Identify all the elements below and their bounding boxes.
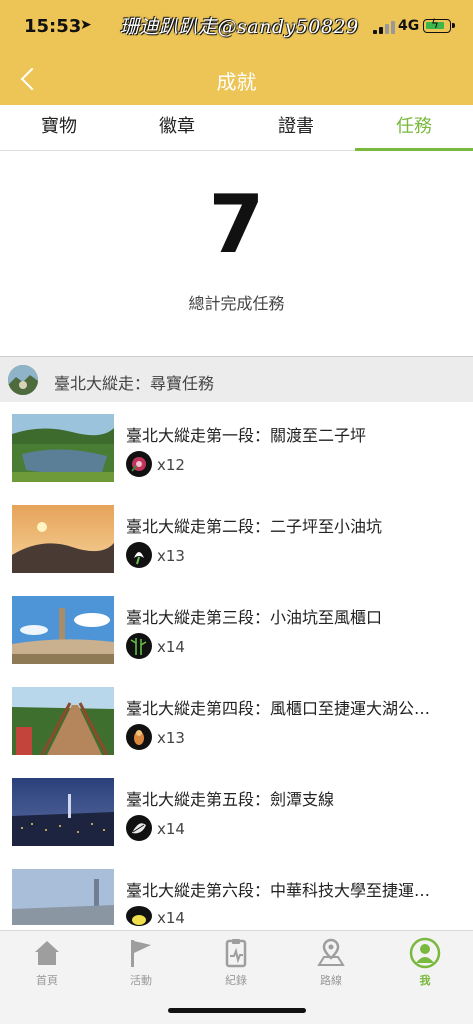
signal-icon: [373, 20, 395, 34]
mission-item[interactable]: 臺北大縱走第五段：劍潭支線 x14: [0, 766, 473, 857]
nav-me[interactable]: 我: [378, 937, 472, 991]
status-time: 15:53: [24, 16, 82, 37]
person-icon: [409, 937, 441, 969]
app-header: 15:53 ➤ 珊迪趴趴走@sandy50829 4G ϟ 成就: [0, 0, 473, 105]
mission-title: 臺北大縱走第六段：中華科技大學至捷運…: [126, 881, 431, 900]
mission-thumbnail: [12, 596, 114, 664]
mission-title: 臺北大縱走第三段：小油坑至風櫃口: [126, 608, 383, 627]
record-icon: [220, 937, 252, 969]
section-title: 臺北大縱走：尋寶任務: [54, 374, 215, 393]
nav-label: 我: [419, 974, 431, 987]
mission-title: 臺北大縱走第二段：二子坪至小油坑: [126, 517, 383, 536]
tab-treasure[interactable]: 寶物: [0, 105, 118, 151]
mission-count: x14: [157, 909, 185, 927]
section-avatar: [8, 365, 38, 395]
tab-badges[interactable]: 徽章: [118, 105, 236, 151]
mission-count: x14: [157, 820, 185, 838]
mission-thumbnail: [12, 414, 114, 482]
leaf-icon: [126, 815, 152, 841]
flower-icon: [126, 451, 152, 477]
page-title: 成就: [216, 70, 257, 94]
mission-count: x14: [157, 638, 185, 656]
section-header: 臺北大縱走：尋寶任務: [0, 356, 473, 402]
mission-title: 臺北大縱走第五段：劍潭支線: [126, 790, 335, 809]
mission-item[interactable]: 臺北大縱走第一段：關渡至二子坪 x12: [0, 402, 473, 493]
mission-count: x12: [157, 456, 185, 474]
mission-thumbnail: [12, 505, 114, 573]
tab-certificates[interactable]: 證書: [237, 105, 355, 151]
lily-icon: [126, 542, 152, 568]
home-icon: [31, 937, 63, 969]
mission-thumbnail: [12, 869, 114, 937]
status-bar: 15:53 ➤ 珊迪趴趴走@sandy50829 4G ϟ: [0, 0, 473, 52]
tab-bar: 寶物 徽章 證書 任務: [0, 105, 473, 151]
nav-label: 紀錄: [225, 974, 247, 987]
nav-records[interactable]: 紀錄: [189, 937, 283, 991]
home-indicator: [168, 1008, 306, 1013]
watermark: 珊迪趴趴走@sandy50829: [120, 16, 359, 38]
nav-home[interactable]: 首頁: [0, 937, 94, 991]
battery-icon: ϟ: [423, 17, 455, 33]
mission-title: 臺北大縱走第一段：關渡至二子坪: [126, 426, 367, 445]
nav-label: 活動: [130, 974, 152, 987]
bamboo-icon: [126, 633, 152, 659]
mission-count: x13: [157, 547, 185, 565]
mission-count: x13: [157, 729, 185, 747]
nav-label: 路線: [320, 974, 342, 987]
mission-item[interactable]: 臺北大縱走第三段：小油坑至風櫃口 x14: [0, 584, 473, 675]
map-pin-icon: [315, 937, 347, 969]
network-type: 4G: [398, 18, 420, 34]
mission-item[interactable]: 臺北大縱走第二段：二子坪至小油坑 x13: [0, 493, 473, 584]
flag-icon: [125, 937, 157, 969]
nav-activities[interactable]: 活動: [94, 937, 188, 991]
total-missions-count: 7: [208, 178, 265, 271]
nav-label: 首頁: [36, 974, 58, 987]
mission-thumbnail: [12, 687, 114, 755]
frog-icon: [126, 906, 152, 926]
tab-missions[interactable]: 任務: [355, 105, 473, 151]
total-missions-label: 總計完成任務: [188, 294, 285, 313]
mission-thumbnail: [12, 778, 114, 846]
bird-icon: [126, 724, 152, 750]
nav-routes[interactable]: 路線: [284, 937, 378, 991]
mission-title: 臺北大縱走第四段：風櫃口至捷運大湖公…: [126, 699, 431, 718]
mission-item[interactable]: 臺北大縱走第四段：風櫃口至捷運大湖公… x13: [0, 675, 473, 766]
location-arrow-icon: ➤: [80, 17, 92, 33]
